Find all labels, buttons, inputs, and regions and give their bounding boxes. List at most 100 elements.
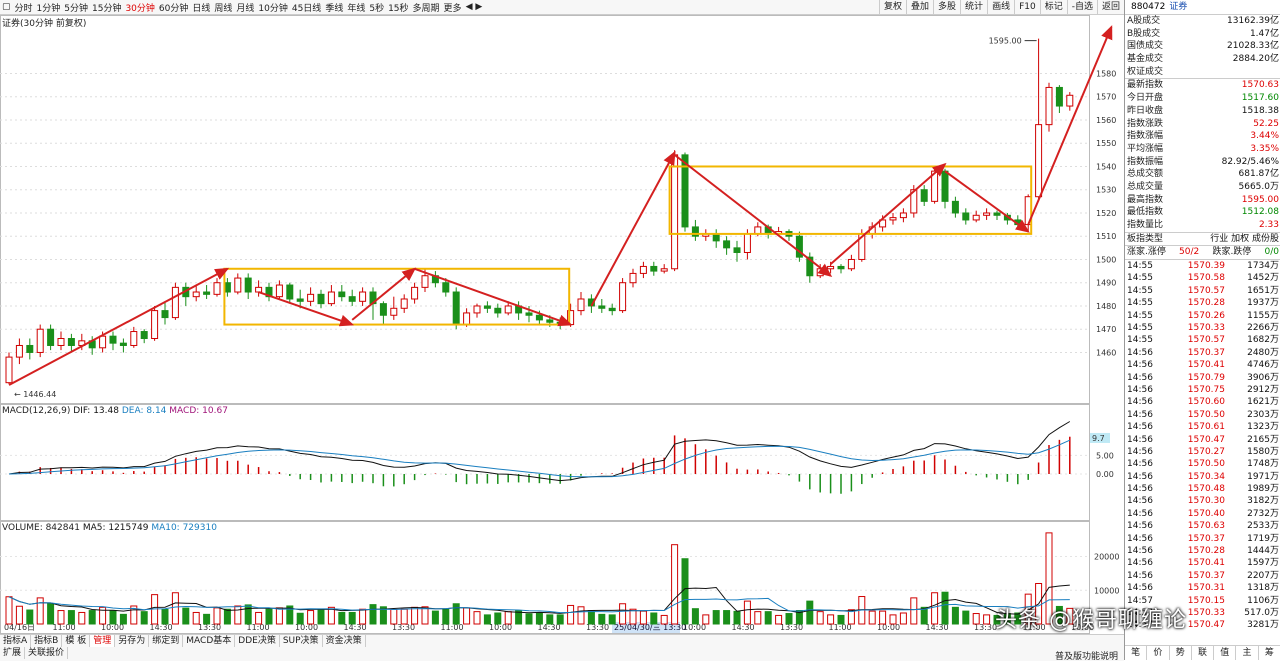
candle-body xyxy=(983,212,991,216)
candle-body xyxy=(473,305,481,314)
candle-body xyxy=(36,328,44,353)
period-tab[interactable]: 5秒 xyxy=(367,1,386,14)
index-name[interactable]: 证券 xyxy=(1169,2,1187,12)
tick-row: 14:56 1570.34 1971万 xyxy=(1125,471,1280,483)
period-scroll-icon[interactable]: ◀ ▶ xyxy=(464,2,485,12)
quote-label: 最新指数 xyxy=(1127,80,1164,91)
period-tab[interactable]: 60分钟 xyxy=(157,1,190,14)
quote-label: 平均涨幅 xyxy=(1127,143,1164,154)
stat-row: 基金成交 2884.20亿 xyxy=(1125,53,1280,66)
candle-body xyxy=(1055,86,1063,107)
volume-bar xyxy=(650,612,658,625)
tick-volume: 1597万 xyxy=(1247,558,1279,569)
volume-bar xyxy=(567,604,575,625)
panel-footer-tab[interactable]: 势 xyxy=(1170,646,1192,660)
quote-label: 指数涨跌 xyxy=(1127,118,1164,129)
period-tab[interactable]: 15秒 xyxy=(386,1,410,14)
candle-body xyxy=(463,312,471,326)
tick-row: 14:55 1570.26 1155万 xyxy=(1125,310,1280,322)
period-tab[interactable]: 15分钟 xyxy=(90,1,123,14)
candle-body xyxy=(26,344,34,353)
volume-bar xyxy=(691,608,699,625)
candle-body xyxy=(234,277,242,293)
indicator-tab[interactable]: DDE决策 xyxy=(235,635,280,647)
volume-bar xyxy=(910,597,918,625)
candle-body xyxy=(119,342,127,346)
trend-arrows xyxy=(8,25,1113,386)
extension-tab[interactable]: 关联报价 xyxy=(25,647,69,659)
toolbar-button[interactable]: 标记 xyxy=(1039,0,1067,14)
candle-body xyxy=(525,312,533,316)
volume-bar xyxy=(255,611,263,625)
indicator-tab[interactable]: 绑定到 xyxy=(149,635,184,647)
breadth-row: 涨家.涨停 50/2 跌家.跌停 0/0 xyxy=(1125,245,1280,259)
volume-bar xyxy=(78,611,86,625)
period-tab[interactable]: 年线 xyxy=(345,1,367,14)
toolbar-button[interactable]: -自选 xyxy=(1066,0,1097,14)
indicator-tab[interactable]: 指标B xyxy=(31,635,63,647)
stat-row: A股成交 13162.39亿 xyxy=(1125,15,1280,28)
toolbar-button[interactable]: 复权 xyxy=(879,0,906,14)
indicator-tab[interactable]: MACD基本 xyxy=(183,635,236,647)
tick-list[interactable]: 14:55 1570.39 1734万 14:55 1570.58 1452万 14:55 1… xyxy=(1125,259,1280,632)
indicator-tab[interactable]: 另存为 xyxy=(115,635,150,647)
tick-time: 14:56 xyxy=(1127,372,1153,383)
indicator-tab[interactable]: 指标A xyxy=(0,635,32,647)
period-tab[interactable]: 分时 xyxy=(13,1,35,14)
period-tab[interactable]: 更多 xyxy=(442,1,464,14)
toolbar-button[interactable]: 多股 xyxy=(933,0,960,14)
candlestick-chart[interactable]: 1460 1470 1480 1490 1500 1510 1520 1530 1540 1550… xyxy=(0,15,1124,634)
tick-price: 1570.30 xyxy=(1187,496,1225,507)
period-tab[interactable]: 日线 xyxy=(190,1,212,14)
panel-footer-tab[interactable]: 联 xyxy=(1192,646,1215,660)
candle-body xyxy=(598,305,606,309)
panel-footer-tab[interactable]: 值 xyxy=(1214,646,1237,660)
period-tab[interactable]: 周线 xyxy=(212,1,234,14)
period-tab[interactable]: 月线 xyxy=(234,1,256,14)
toolbar-button[interactable]: 统计 xyxy=(960,0,987,14)
period-tab[interactable]: 45日线 xyxy=(290,1,323,14)
window-icon[interactable]: ▢ xyxy=(0,2,13,12)
volume-bar xyxy=(931,592,939,625)
period-tab[interactable]: 季线 xyxy=(323,1,345,14)
indicator-tab[interactable]: SUP决策 xyxy=(280,635,323,647)
consolidation-box xyxy=(668,165,1033,235)
volume-bar xyxy=(671,544,679,625)
period-tab[interactable]: 30分钟 xyxy=(123,1,156,14)
quote-value: 2.33 xyxy=(1258,220,1279,230)
toolbar-button[interactable]: F10 xyxy=(1014,0,1040,14)
indicator-tab[interactable]: 管理 xyxy=(90,635,116,647)
panel-footer-tab[interactable]: 价 xyxy=(1147,646,1170,660)
type-value[interactable]: 行业 加权 成份股 xyxy=(1210,233,1279,246)
volume-bar xyxy=(171,592,179,625)
quote-value: 52.25 xyxy=(1253,118,1279,129)
quote-label: 指数涨幅 xyxy=(1127,131,1164,142)
volume-bar xyxy=(504,611,512,625)
volume-bar xyxy=(546,614,554,625)
tick-volume: 1651万 xyxy=(1247,285,1279,296)
period-tab[interactable]: 1分钟 xyxy=(35,1,63,14)
macd-dif-line xyxy=(8,421,1071,482)
toolbar-button[interactable]: 叠加 xyxy=(906,0,933,14)
volume-bar xyxy=(754,611,762,625)
period-tab[interactable]: 5分钟 xyxy=(62,1,90,14)
indicator-tab[interactable]: 资金决策 xyxy=(323,635,366,647)
toolbar-button[interactable]: 画线 xyxy=(987,0,1014,14)
indicator-tab[interactable]: 模 板 xyxy=(62,635,91,647)
help-link[interactable]: 普及版功能说明 xyxy=(1055,649,1118,662)
panel-footer-tab[interactable]: 筹 xyxy=(1259,646,1280,660)
panel-footer-tab[interactable]: 主 xyxy=(1236,646,1259,660)
macd-tick-label: 5.00 xyxy=(1096,451,1114,460)
period-tab[interactable]: 多周期 xyxy=(411,1,442,14)
volume-bar xyxy=(733,610,741,625)
panel-footer-tab[interactable]: 笔 xyxy=(1125,646,1148,660)
volume-bar xyxy=(307,610,315,625)
period-tab[interactable]: 10分钟 xyxy=(256,1,289,14)
low-label: ← 1446.44 xyxy=(14,390,56,399)
toolbar-button[interactable]: 返回 xyxy=(1096,0,1124,14)
extension-tab[interactable]: 扩展 xyxy=(0,647,26,659)
tick-price: 1570.31 xyxy=(1187,583,1225,594)
tick-price: 1570.40 xyxy=(1187,508,1225,519)
quote-value: 681.87亿 xyxy=(1238,169,1280,180)
macd-dea-line xyxy=(8,439,1071,478)
